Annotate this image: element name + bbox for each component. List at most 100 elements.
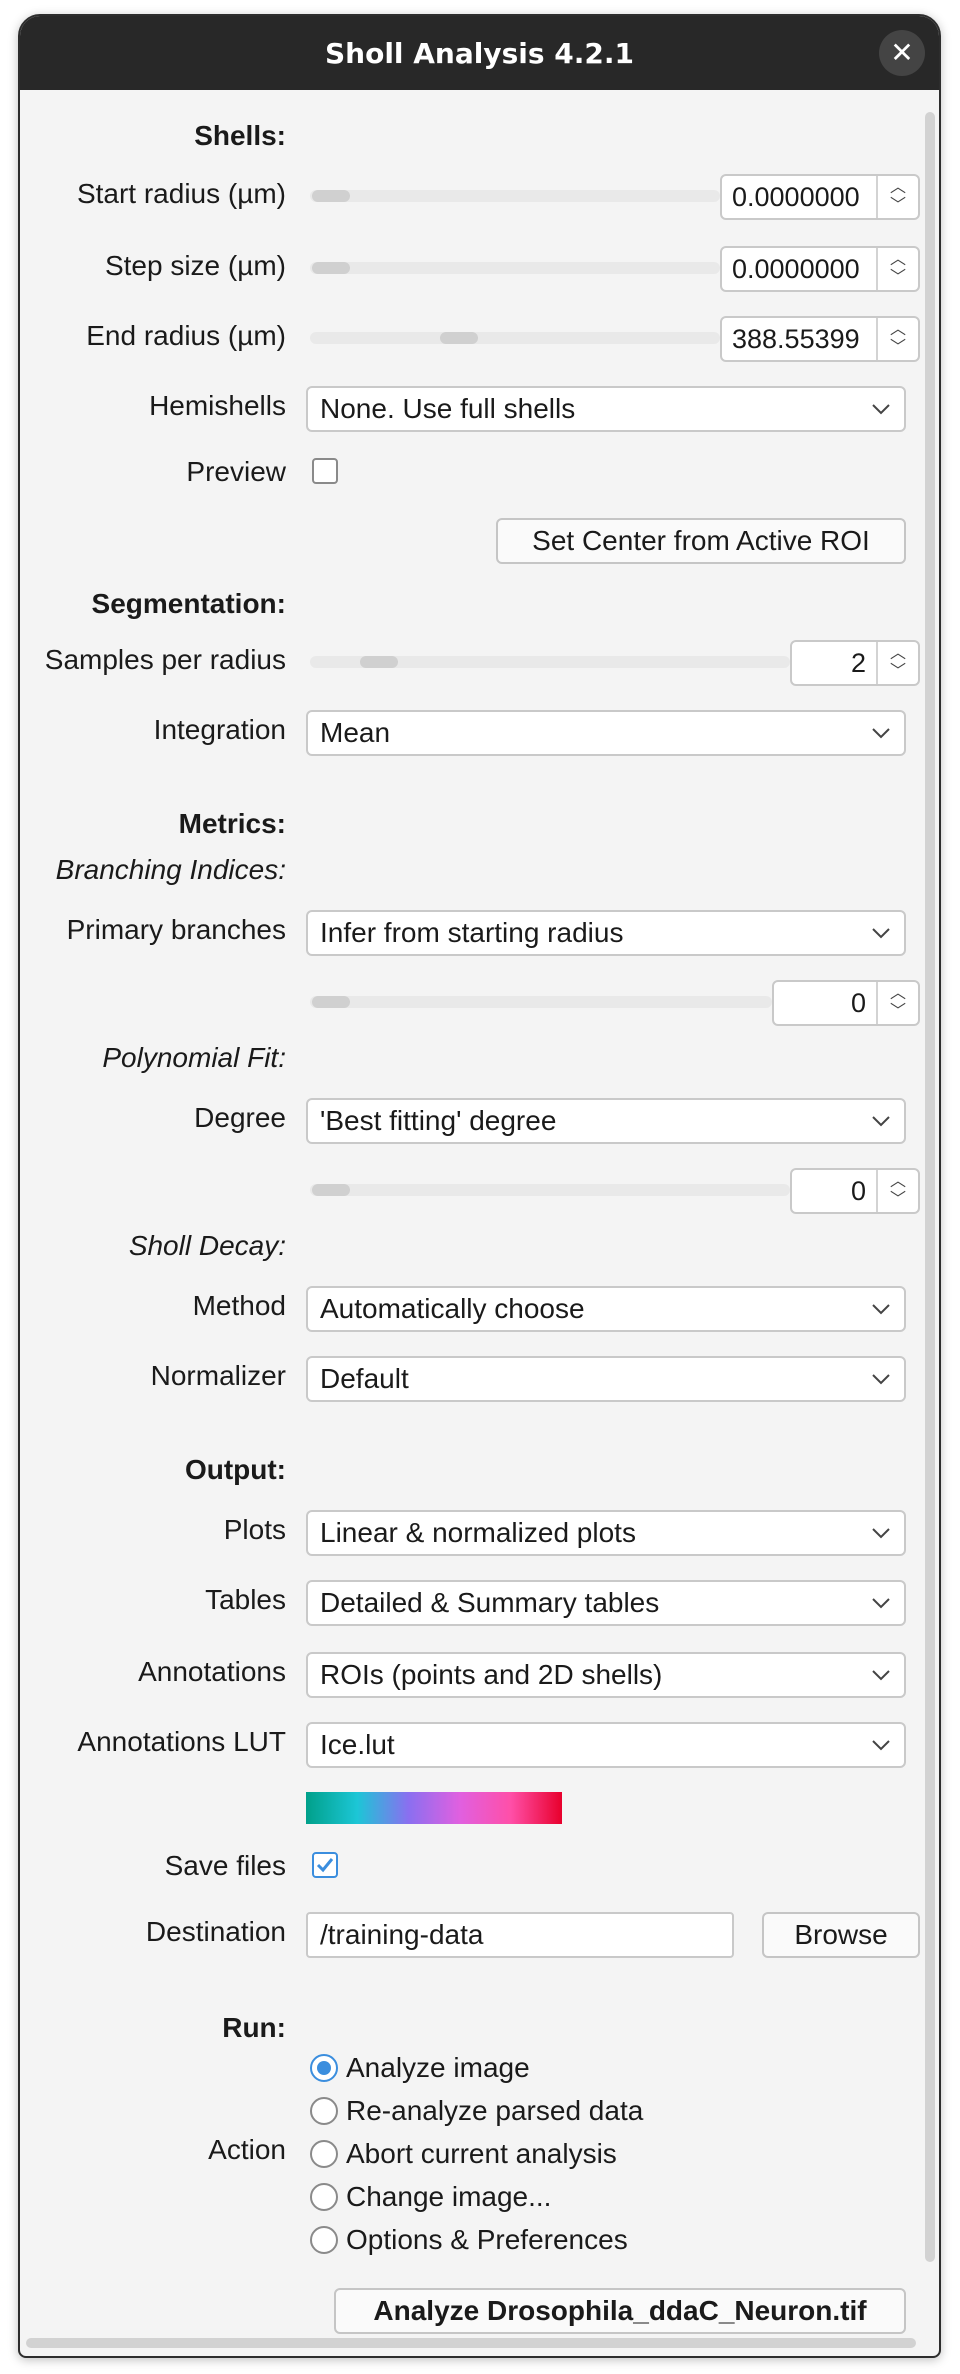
step-size-label: Step size (µm) — [104, 250, 286, 281]
primary-branches-spinner[interactable]: 0 ︿ ﹀ — [772, 980, 920, 1026]
end-radius-slider[interactable] — [310, 332, 720, 344]
primary-branches-dropdown[interactable]: Infer from starting radius — [306, 910, 906, 956]
tables-dropdown[interactable]: Detailed & Summary tables — [306, 1580, 906, 1626]
destination-field[interactable]: /training-data — [306, 1912, 734, 1958]
preview-checkbox[interactable] — [312, 458, 338, 484]
checkmark-icon — [316, 1858, 334, 1873]
radio-label: Options & Preferences — [346, 2224, 628, 2255]
radio-label: Abort current analysis — [346, 2138, 617, 2169]
chevron-down-icon — [858, 1303, 904, 1315]
integration-label: Integration — [153, 714, 286, 745]
normalizer-dropdown[interactable]: Default — [306, 1356, 906, 1402]
radio-button[interactable] — [310, 2097, 338, 2125]
radio-reanalyze[interactable]: Re-analyze parsed data — [310, 2091, 643, 2131]
annotations-value: ROIs (points and 2D shells) — [320, 1659, 663, 1690]
branching-indices-heading: Branching Indices: — [55, 854, 286, 885]
method-label: Method — [192, 1290, 286, 1321]
segmentation-heading: Segmentation: — [91, 588, 286, 619]
radio-options-preferences[interactable]: Options & Preferences — [310, 2220, 628, 2260]
start-radius-slider[interactable] — [310, 190, 720, 202]
action-label: Action — [208, 2134, 286, 2165]
integration-value: Mean — [320, 717, 391, 748]
save-files-label: Save files — [164, 1850, 286, 1881]
primary-branches-slider[interactable] — [310, 996, 772, 1008]
metrics-heading: Metrics: — [178, 808, 286, 839]
integration-dropdown[interactable]: Mean — [306, 710, 906, 756]
chevron-down-icon — [858, 403, 904, 415]
degree-label: Degree — [194, 1102, 286, 1133]
preview-label: Preview — [186, 456, 286, 487]
sholl-analysis-dialog: Sholl Analysis 4.2.1 ✕ Shells: Start rad… — [18, 14, 941, 2358]
chevron-down-icon — [858, 727, 904, 739]
stepper-arrows-icon[interactable]: ︿ ﹀ — [876, 642, 918, 684]
step-size-slider[interactable] — [310, 262, 720, 274]
hemishells-dropdown[interactable]: None. Use full shells — [306, 386, 906, 432]
stepper-arrows-icon[interactable]: ︿ ﹀ — [876, 176, 918, 218]
end-radius-value[interactable]: 388.55399 — [722, 318, 876, 360]
radio-button[interactable] — [310, 2226, 338, 2254]
samples-per-radius-value[interactable]: 2 — [792, 642, 876, 684]
slider-thumb[interactable] — [440, 332, 478, 344]
annotations-lut-dropdown[interactable]: Ice.lut — [306, 1722, 906, 1768]
primary-branches-value: Infer from starting radius — [320, 917, 624, 948]
degree-count[interactable]: 0 — [792, 1170, 876, 1212]
start-radius-value[interactable]: 0.0000000 — [722, 176, 876, 218]
radio-abort[interactable]: Abort current analysis — [310, 2134, 617, 2174]
primary-branches-label: Primary branches — [66, 914, 286, 945]
run-heading: Run: — [222, 2012, 286, 2043]
degree-slider[interactable] — [310, 1184, 790, 1196]
polynomial-fit-heading: Polynomial Fit: — [102, 1042, 286, 1073]
radio-button[interactable] — [310, 2054, 338, 2082]
annotations-lut-label: Annotations LUT — [77, 1726, 286, 1757]
annotations-dropdown[interactable]: ROIs (points and 2D shells) — [306, 1652, 906, 1698]
close-icon[interactable]: ✕ — [879, 30, 925, 76]
stepper-arrows-icon[interactable]: ︿ ﹀ — [876, 982, 918, 1024]
set-center-button[interactable]: Set Center from Active ROI — [496, 518, 906, 564]
chevron-down-icon — [858, 1115, 904, 1127]
browse-button[interactable]: Browse — [762, 1912, 920, 1958]
radio-button[interactable] — [310, 2183, 338, 2211]
degree-spinner[interactable]: 0 ︿ ﹀ — [790, 1168, 920, 1214]
start-radius-spinner[interactable]: 0.0000000 ︿ ﹀ — [720, 174, 920, 220]
samples-per-radius-spinner[interactable]: 2 ︿ ﹀ — [790, 640, 920, 686]
slider-thumb[interactable] — [312, 996, 350, 1008]
stepper-arrows-icon[interactable]: ︿ ﹀ — [876, 318, 918, 360]
radio-button[interactable] — [310, 2140, 338, 2168]
radio-label: Change image... — [346, 2181, 552, 2212]
horizontal-scrollbar[interactable] — [26, 2338, 916, 2348]
slider-thumb[interactable] — [360, 656, 398, 668]
slider-thumb[interactable] — [312, 262, 350, 274]
window-title: Sholl Analysis 4.2.1 — [324, 36, 635, 70]
destination-label: Destination — [145, 1916, 286, 1947]
sholl-decay-heading: Sholl Decay: — [128, 1230, 286, 1261]
chevron-down-icon — [858, 1669, 904, 1681]
slider-thumb[interactable] — [312, 1184, 350, 1196]
step-size-value[interactable]: 0.0000000 — [722, 248, 876, 290]
annotations-label: Annotations — [138, 1656, 286, 1687]
radio-change-image[interactable]: Change image... — [310, 2177, 551, 2217]
degree-dropdown[interactable]: 'Best fitting' degree — [306, 1098, 906, 1144]
tables-label: Tables — [205, 1584, 286, 1615]
slider-thumb[interactable] — [312, 190, 350, 202]
step-size-spinner[interactable]: 0.0000000 ︿ ﹀ — [720, 246, 920, 292]
shells-heading: Shells: — [194, 120, 286, 151]
degree-value: 'Best fitting' degree — [320, 1105, 557, 1136]
hemishells-value: None. Use full shells — [320, 393, 576, 424]
radio-analyze-image[interactable]: Analyze image — [310, 2048, 530, 2088]
primary-branches-count[interactable]: 0 — [774, 982, 876, 1024]
method-dropdown[interactable]: Automatically choose — [306, 1286, 906, 1332]
samples-per-radius-slider[interactable] — [310, 656, 790, 668]
vertical-scrollbar[interactable] — [925, 112, 935, 2262]
stepper-arrows-icon[interactable]: ︿ ﹀ — [876, 1170, 918, 1212]
plots-dropdown[interactable]: Linear & normalized plots — [306, 1510, 906, 1556]
end-radius-spinner[interactable]: 388.55399 ︿ ﹀ — [720, 316, 920, 362]
save-files-checkbox[interactable] — [312, 1852, 338, 1878]
normalizer-label: Normalizer — [150, 1360, 286, 1391]
chevron-down-icon — [858, 1527, 904, 1539]
start-radius-label: Start radius (µm) — [76, 178, 286, 209]
stepper-arrows-icon[interactable]: ︿ ﹀ — [876, 248, 918, 290]
output-heading: Output: — [184, 1454, 286, 1485]
tables-value: Detailed & Summary tables — [320, 1587, 660, 1618]
analyze-button[interactable]: Analyze Drosophila_ddaC_Neuron.tif — [334, 2288, 906, 2334]
title-bar[interactable]: Sholl Analysis 4.2.1 ✕ — [20, 16, 939, 90]
